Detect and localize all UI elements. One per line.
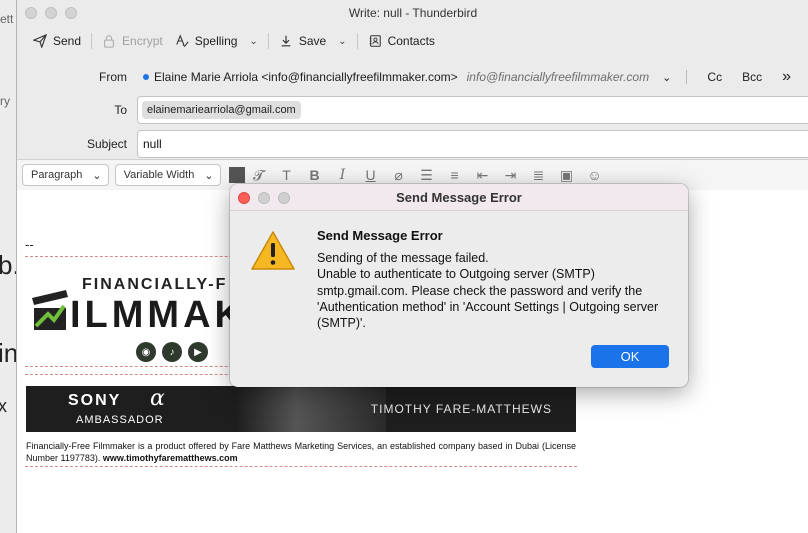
from-label: From xyxy=(99,70,127,84)
paragraph-format-select[interactable]: Paragraph ⌄ xyxy=(22,164,109,186)
spelling-button[interactable]: Spelling xyxy=(169,29,244,53)
logo-top-text: FINANCIALLY-F xyxy=(82,276,228,293)
toolbar-divider xyxy=(267,33,269,49)
website-link[interactable]: www.timothyfarematthews.com xyxy=(103,453,238,463)
address-book-icon xyxy=(369,35,381,47)
banner-photo xyxy=(236,386,386,432)
paragraph-format-label: Paragraph xyxy=(31,169,83,181)
toolbar-divider xyxy=(356,33,358,49)
to-field[interactable]: elainemariearriola@gmail.com xyxy=(137,96,808,124)
cc-button[interactable]: Cc xyxy=(707,70,722,84)
align-icon[interactable]: ≣ xyxy=(529,167,549,184)
compose-toolbar: Send Encrypt Spelling ⌄ Save ⌄ Contacts xyxy=(17,26,808,56)
font-size-larger-icon[interactable]: T xyxy=(277,167,297,183)
bullet-list-icon[interactable]: ☰ xyxy=(417,167,437,184)
more-fields-button[interactable]: » xyxy=(782,68,791,86)
dialog-message: Sending of the message failed. Unable to… xyxy=(317,251,659,331)
contacts-button[interactable]: Contacts xyxy=(362,29,441,53)
send-button[interactable]: Send xyxy=(27,29,87,53)
sony-ambassador-banner: SONY α AMBASSADOR TIMOTHY FARE-MATTHEWS xyxy=(26,386,576,432)
insert-image-icon[interactable]: ▣ xyxy=(557,167,577,184)
window-title: Write: null - Thunderbird xyxy=(348,6,478,20)
tiktok-icon[interactable]: ♪ xyxy=(162,342,182,362)
chevron-down-icon: ⌄ xyxy=(92,169,102,182)
font-select[interactable]: Variable Width ⌄ xyxy=(114,164,221,186)
chevron-down-icon: ⌄ xyxy=(204,169,214,182)
recipient-pill[interactable]: elainemariearriola@gmail.com xyxy=(142,101,301,119)
numbered-list-icon[interactable]: ≡ xyxy=(445,167,465,183)
signature-disclaimer: Financially-Free Filmmaker is a product … xyxy=(26,440,576,464)
save-label: Save xyxy=(298,34,327,48)
text-color-button[interactable] xyxy=(228,167,245,183)
from-row: From Elaine Marie Arriola <info@financia… xyxy=(17,64,808,90)
save-button[interactable]: Save xyxy=(273,29,332,53)
to-label: To xyxy=(114,103,127,117)
ok-button[interactable]: OK xyxy=(591,345,669,368)
spellcheck-icon xyxy=(175,34,189,48)
signature-separator: -- xyxy=(25,237,34,252)
background-text: x xyxy=(0,396,7,417)
bold-icon[interactable]: B xyxy=(305,167,325,183)
subject-label: Subject xyxy=(86,137,127,151)
banner-sony-text: SONY xyxy=(68,392,122,409)
toolbar-divider xyxy=(91,33,93,49)
italic-icon[interactable]: I xyxy=(333,167,353,183)
background-text: ett xyxy=(0,12,14,26)
save-dropdown-chevron-icon[interactable]: ⌄ xyxy=(332,36,352,47)
from-identity-select[interactable]: Elaine Marie Arriola <info@financiallyfr… xyxy=(143,70,671,84)
clear-formatting-icon[interactable]: ⌀ xyxy=(389,167,409,184)
download-icon xyxy=(281,35,291,47)
banner-ambassador-text: AMBASSADOR xyxy=(76,414,164,426)
spelling-label: Spelling xyxy=(194,34,238,48)
header-divider xyxy=(686,70,688,84)
font-size-smaller-icon[interactable]: 𝓣 xyxy=(249,167,269,184)
social-links: ◉ ♪ ▶ xyxy=(136,342,208,362)
identity-dot-icon xyxy=(143,74,149,80)
from-alias: info@financiallyfreefilmmaker.com xyxy=(466,70,650,84)
send-error-dialog: Send Message Error Send Message Error Se… xyxy=(230,184,688,387)
title-bar: Write: null - Thunderbird xyxy=(17,0,808,26)
chevron-down-icon: ⌄ xyxy=(662,71,672,84)
banner-alpha-logo: α xyxy=(150,386,165,411)
spelling-dropdown-chevron-icon[interactable]: ⌄ xyxy=(243,36,263,47)
banner-name-text: TIMOTHY FARE-MATTHEWS xyxy=(370,402,552,416)
youtube-icon[interactable]: ▶ xyxy=(188,342,208,362)
warning-icon xyxy=(251,231,295,270)
indent-icon[interactable]: ⇥ xyxy=(501,167,521,184)
send-label: Send xyxy=(53,34,82,48)
encrypt-label: Encrypt xyxy=(122,34,163,48)
lock-icon xyxy=(104,35,114,48)
underline-icon[interactable]: U xyxy=(361,167,381,183)
dialog-title: Send Message Error xyxy=(396,190,522,205)
clapperboard-icon xyxy=(32,290,68,330)
encrypt-button[interactable]: Encrypt xyxy=(96,29,169,53)
font-label: Variable Width xyxy=(123,169,195,181)
from-value: Elaine Marie Arriola <info@financiallyfr… xyxy=(154,70,458,84)
dialog-heading: Send Message Error xyxy=(317,228,443,243)
outdent-icon[interactable]: ⇤ xyxy=(473,167,493,184)
logo-main-text: ILMMAK xyxy=(70,294,246,336)
subject-input[interactable]: null xyxy=(137,130,808,158)
message-headers: From Elaine Marie Arriola <info@financia… xyxy=(17,56,808,160)
emoji-icon[interactable]: ☺ xyxy=(585,167,605,183)
send-icon xyxy=(33,34,47,48)
contacts-label: Contacts xyxy=(387,34,435,48)
instagram-icon[interactable]: ◉ xyxy=(136,342,156,362)
signature-border xyxy=(25,466,577,467)
bcc-button[interactable]: Bcc xyxy=(742,70,762,84)
subject-value: null xyxy=(143,137,162,151)
background-text: ry xyxy=(0,94,10,108)
dialog-title-bar: Send Message Error xyxy=(230,184,688,211)
